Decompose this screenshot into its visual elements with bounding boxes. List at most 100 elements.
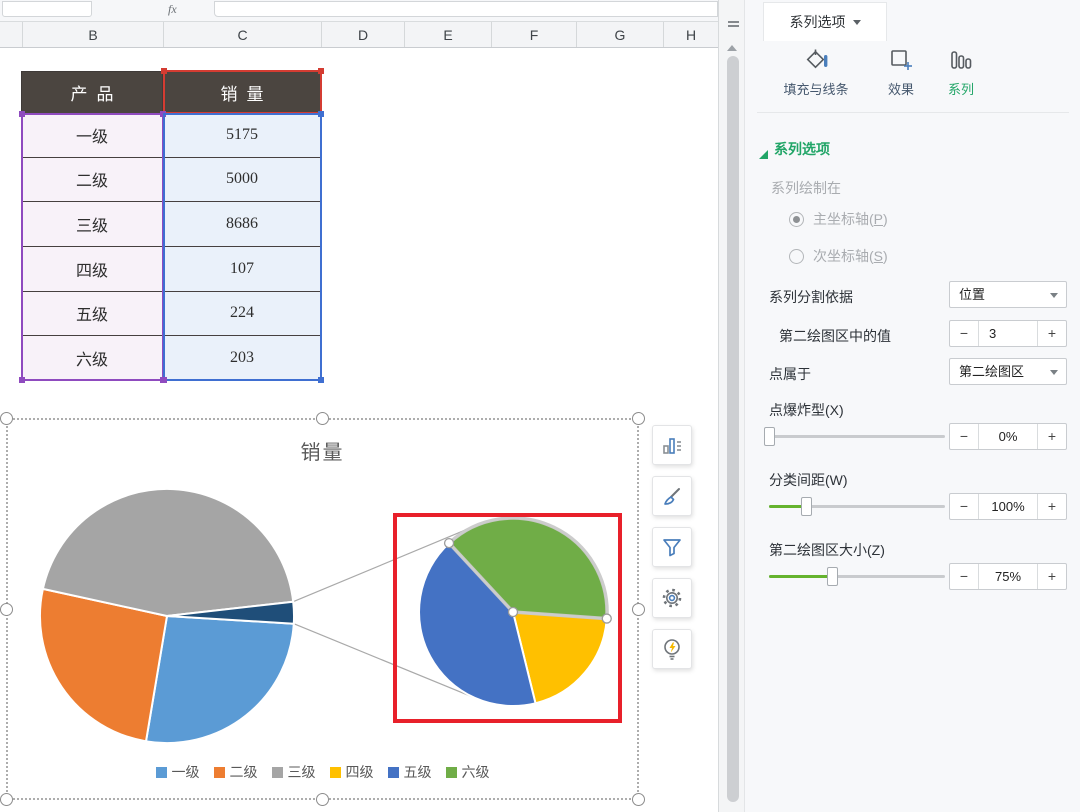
divider [757, 112, 1069, 113]
column-header-h[interactable]: H [663, 22, 718, 47]
tab-effects[interactable]: 效果 [872, 46, 930, 98]
chart-resize-handle[interactable] [632, 412, 645, 425]
stepper-value[interactable]: 100% [978, 494, 1038, 519]
slider-track[interactable] [769, 435, 945, 438]
sidebar-tab-series-options[interactable]: 系列选项 [763, 2, 887, 41]
legend-label: 二级 [229, 766, 258, 781]
vertical-scrollbar [718, 0, 744, 812]
pie-slice-一级[interactable] [145, 615, 295, 745]
slider-thumb[interactable] [800, 497, 812, 516]
slice-handle[interactable] [601, 613, 612, 624]
chart-style-button[interactable] [652, 476, 692, 516]
scroll-up-icon[interactable] [727, 45, 737, 51]
split-series-by-dropdown[interactable]: 位置 [949, 281, 1067, 308]
minus-button[interactable]: − [950, 321, 978, 346]
point-explosion-slider [764, 427, 945, 446]
cell-category[interactable]: 一级 [21, 113, 163, 158]
chart-ideas-button[interactable] [652, 629, 692, 669]
legend-item[interactable]: 四级 [329, 762, 374, 782]
chart-resize-handle[interactable] [0, 603, 13, 616]
tab-fill-and-line[interactable]: 填充与线条 [769, 46, 863, 98]
section-series-options[interactable]: 系列选项 [759, 139, 830, 159]
tab-series[interactable]: 系列 [935, 46, 987, 98]
legend-label: 一级 [171, 766, 200, 781]
column-header-a[interactable] [0, 22, 22, 47]
legend-swatch [387, 766, 399, 778]
name-box[interactable] [2, 1, 92, 17]
chart-filter-button[interactable] [652, 527, 692, 567]
column-header-d[interactable]: D [321, 22, 404, 47]
fx-icon[interactable]: fx [168, 2, 177, 17]
chart-resize-handle[interactable] [0, 412, 13, 425]
cell-value[interactable]: 5000 [163, 157, 322, 203]
chart-object[interactable]: 销量 一级 二级 三级 四级 五级 六级 [0, 412, 645, 806]
slice-handle[interactable] [443, 537, 455, 549]
point-belongs-dropdown[interactable]: 第二绘图区 [949, 358, 1067, 385]
cell-category[interactable]: 二级 [21, 157, 163, 203]
radio-icon [789, 211, 804, 227]
header-cell-sales[interactable]: 销量 [163, 72, 322, 113]
cell-category[interactable]: 五级 [21, 291, 163, 337]
second-plot-size-stepper: − 75% + [949, 563, 1067, 590]
column-header-f[interactable]: F [491, 22, 576, 47]
slider-thumb[interactable] [764, 427, 775, 446]
pie-slice-三级[interactable] [41, 487, 295, 617]
stepper-value[interactable]: 0% [978, 424, 1038, 449]
cell-category[interactable]: 四级 [21, 246, 163, 292]
cell-value[interactable]: 5175 [163, 113, 322, 158]
tab-label: 系列 [947, 82, 974, 97]
chart-settings-button[interactable] [652, 578, 692, 618]
column-header-b[interactable]: B [22, 22, 163, 47]
minus-button[interactable]: − [950, 424, 978, 449]
chart-resize-handle[interactable] [316, 793, 329, 806]
cell-value[interactable]: 224 [163, 291, 322, 337]
gap-width-slider [769, 497, 945, 516]
point-explosion-stepper: − 0% + [949, 423, 1067, 450]
column-header-e[interactable]: E [404, 22, 491, 47]
point-belongs-label: 点属于 [769, 366, 811, 382]
chart-resize-handle[interactable] [632, 793, 645, 806]
legend-item[interactable]: 六级 [445, 762, 490, 782]
legend-label: 六级 [461, 766, 490, 781]
header-cell-product[interactable]: 产品 [21, 72, 163, 113]
legend-item[interactable]: 二级 [213, 762, 258, 782]
legend-swatch [329, 766, 341, 778]
chart-resize-handle[interactable] [0, 793, 13, 806]
stepper-value[interactable]: 75% [978, 564, 1038, 589]
radio-icon [789, 248, 804, 264]
cell-category[interactable]: 六级 [21, 336, 163, 381]
stepper-value[interactable]: 3 [978, 321, 1038, 346]
slider-thumb[interactable] [827, 567, 839, 586]
minus-button[interactable]: − [950, 564, 978, 589]
data-table: 产品 销量 一级 5175 二级 5000 三级 8686 四级 107 五级 … [21, 71, 322, 381]
minus-button[interactable]: − [950, 494, 978, 519]
legend-item[interactable]: 五级 [387, 762, 432, 782]
scrollbar-thumb[interactable] [727, 56, 739, 802]
radio-primary-axis[interactable]: 主坐标轴(P) [789, 209, 888, 229]
split-handle-icon[interactable] [728, 21, 739, 28]
slice-handle[interactable] [507, 606, 519, 618]
plus-button[interactable]: + [1038, 424, 1066, 449]
legend-item[interactable]: 一级 [155, 762, 200, 782]
legend-swatch [213, 766, 225, 778]
chart-resize-handle[interactable] [632, 603, 645, 616]
cell-category[interactable]: 三级 [21, 202, 163, 247]
plus-button[interactable]: + [1038, 564, 1066, 589]
second-plot-values-label: 第二绘图区中的值 [779, 328, 891, 344]
chevron-down-icon [1050, 293, 1058, 298]
chart-elements-button[interactable] [652, 425, 692, 465]
legend-label: 四级 [345, 766, 374, 781]
cell-value[interactable]: 203 [163, 336, 322, 381]
cell-value[interactable]: 8686 [163, 202, 322, 247]
radio-secondary-axis[interactable]: 次坐标轴(S) [789, 246, 888, 266]
plus-button[interactable]: + [1038, 321, 1066, 346]
cell-value[interactable]: 107 [163, 246, 322, 292]
legend-item[interactable]: 三级 [271, 762, 316, 782]
sidebar-tab-label: 系列选项 [789, 14, 846, 30]
expanded-triangle-icon [759, 150, 768, 159]
plus-button[interactable]: + [1038, 494, 1066, 519]
chart-resize-handle[interactable] [316, 412, 329, 425]
formula-input[interactable] [214, 1, 718, 17]
column-header-g[interactable]: G [576, 22, 663, 47]
column-header-c[interactable]: C [163, 22, 321, 47]
